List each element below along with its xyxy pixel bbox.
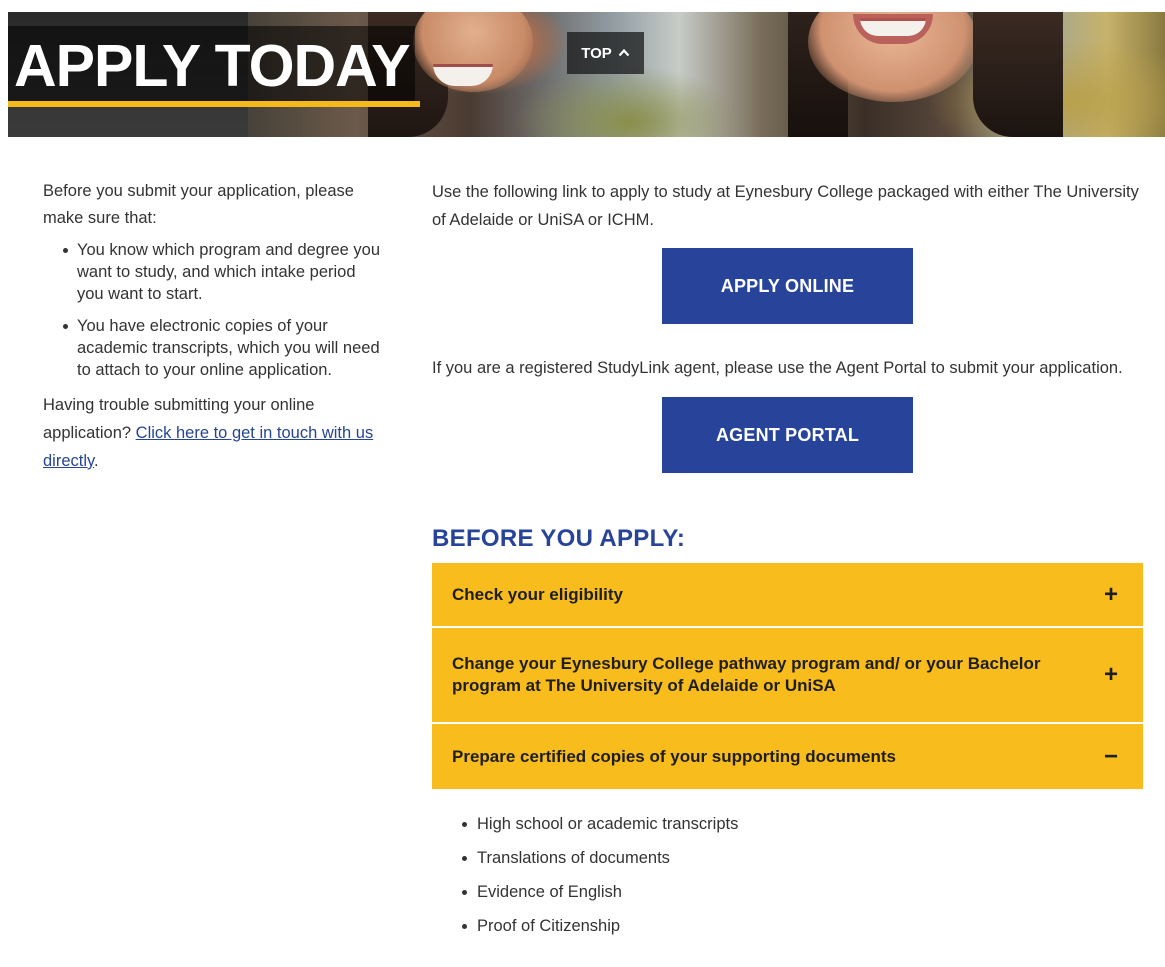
requirements-sidebar: Before you submit your application, plea… <box>43 178 383 475</box>
apply-instructions: Use the following link to apply to study… <box>432 183 1139 229</box>
agent-portal-button[interactable]: AGENT PORTAL <box>662 397 913 473</box>
before-you-apply-accordion: Check your eligibility + Change your Eyn… <box>432 563 1143 789</box>
hero-photo-smile <box>860 18 926 36</box>
documents-list: High school or academic transcripts Tran… <box>432 807 1144 943</box>
accordion-label: Prepare certified copies of your support… <box>452 746 896 766</box>
requirements-list: You know which program and degree you wa… <box>43 239 383 381</box>
apply-main: Use the following link to apply to study… <box>432 178 1144 943</box>
accordion-item-eligibility[interactable]: Check your eligibility + <box>432 563 1143 628</box>
accordion-item-documents[interactable]: Prepare certified copies of your support… <box>432 724 1143 789</box>
plus-icon: + <box>1103 661 1118 688</box>
back-to-top-label: TOP <box>581 44 612 62</box>
title-underline <box>8 101 420 107</box>
apply-online-button[interactable]: APPLY ONLINE <box>662 248 913 324</box>
agent-instructions: If you are a registered StudyLink agent,… <box>432 359 1123 377</box>
list-item: Translations of documents <box>462 841 1144 875</box>
support-note-end: . <box>94 452 99 470</box>
accordion-label: Check your eligibility <box>452 584 623 604</box>
hero-photo-hair <box>973 12 1063 137</box>
back-to-top-button[interactable]: TOP <box>567 32 644 74</box>
plus-icon: + <box>1103 580 1118 608</box>
list-item: Proof of Citizenship <box>462 909 1144 943</box>
list-item: High school or academic transcripts <box>462 807 1144 841</box>
list-item: Evidence of English <box>462 875 1144 909</box>
list-item: You know which program and degree you wa… <box>63 239 383 305</box>
minus-icon: − <box>1103 742 1118 770</box>
support-note: Having trouble submitting your online ap… <box>43 391 383 475</box>
accordion-label: Change your Eynesbury College pathway pr… <box>452 654 1041 695</box>
hero-banner: APPLY TODAY TOP <box>8 12 1165 137</box>
requirements-intro: Before you submit your application, plea… <box>43 182 354 227</box>
list-item: You have electronic copies of your acade… <box>63 315 383 381</box>
section-heading: BEFORE YOU APPLY: <box>432 525 686 552</box>
chevron-up-icon <box>618 45 630 60</box>
accordion-item-change-program[interactable]: Change your Eynesbury College pathway pr… <box>432 628 1143 724</box>
page-title: APPLY TODAY <box>14 33 411 99</box>
